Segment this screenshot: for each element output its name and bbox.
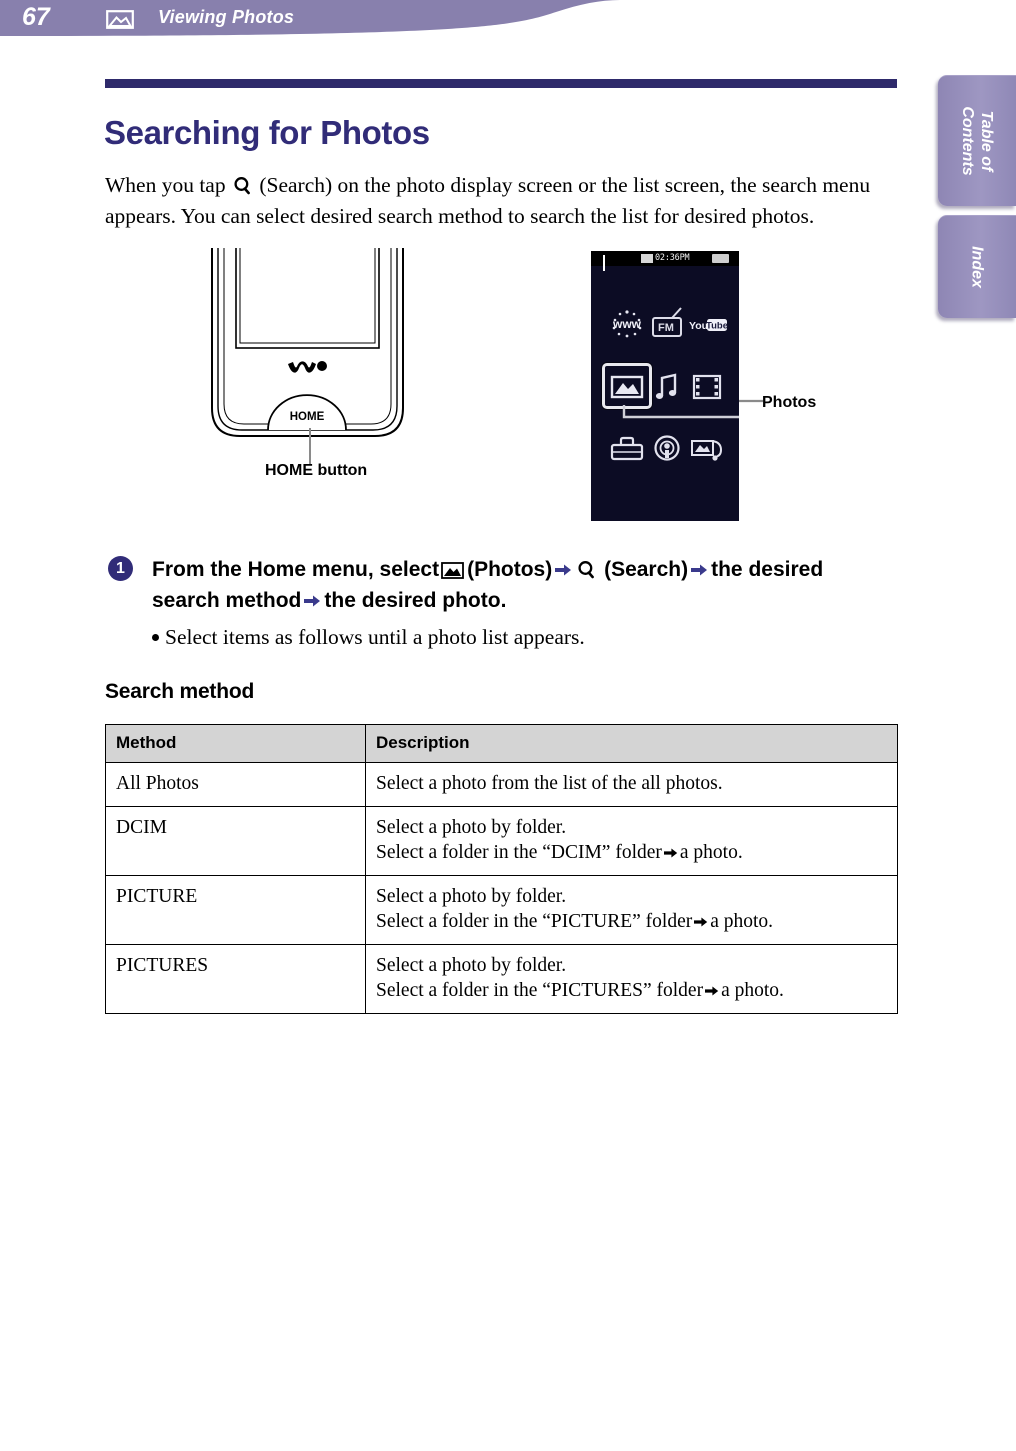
photo-icon: [106, 10, 134, 29]
desc-line-2-before: Select a folder in the “PICTURES” folder: [376, 980, 704, 1001]
step-photos-label: (Photos): [467, 558, 553, 581]
table-of-contents-tab-label: Table of Contents: [959, 106, 995, 176]
step-note-text: Select items as follows until a photo li…: [165, 625, 585, 649]
desc-line-2-before: Select a folder in the “PICTURE” folder: [376, 911, 693, 932]
arrow-right-icon: [691, 564, 708, 576]
photos-callout-label: Photos: [762, 394, 817, 411]
cell-description: Select a photo by folder. Select a folde…: [365, 875, 898, 945]
cell-method: DCIM: [105, 806, 366, 876]
step-number-badge: 1: [108, 556, 133, 581]
table-row: All Photos Select a photo from the list …: [105, 762, 898, 807]
photos-icon-inline: [441, 562, 464, 579]
home-button-callout-line: [309, 428, 311, 464]
photos-callout-connector: [739, 399, 763, 403]
search-method-heading: Search method: [105, 680, 255, 703]
arrow-right-icon: [304, 595, 321, 607]
intro-text-before: When you tap: [105, 172, 231, 197]
battery-icon: [712, 254, 729, 263]
index-tab[interactable]: Index: [938, 215, 1016, 318]
index-tab-label: Index: [968, 246, 986, 288]
column-header-description: Description: [365, 724, 898, 763]
arrow-right-icon: [694, 917, 708, 927]
intro-paragraph: When you tap (Search) on the photo displ…: [105, 170, 880, 232]
pause-icon: [603, 255, 610, 271]
home-button-text: HOME: [290, 411, 325, 423]
step-text-part4: the desired photo.: [324, 589, 507, 612]
arrow-right-icon: [663, 848, 678, 858]
home-menu-screen-illustration: 02:36PM www FM You Tube: [591, 251, 739, 521]
search-method-table: Method Description All Photos Select a p…: [105, 724, 898, 1014]
header-background-shape: [0, 0, 1016, 40]
table-of-contents-tab[interactable]: Table of Contents: [938, 75, 1016, 206]
step-text-part2: the: [711, 558, 743, 581]
cell-description: Select a photo from the list of the all …: [365, 762, 898, 807]
title-rule: [105, 79, 897, 88]
table-header-row: Method Description: [105, 724, 898, 763]
search-icon-inline: [578, 561, 595, 579]
page-header: 67 Viewing Photos: [0, 0, 1016, 40]
desc-line-2-after: a photo.: [710, 911, 774, 932]
cell-method: PICTURES: [105, 944, 366, 1014]
bullet-icon: [152, 634, 159, 641]
home-icon-grid: www FM You Tube: [591, 266, 739, 521]
page-number: 67: [22, 3, 50, 31]
desc-line-1: Select a photo from the list of the all …: [376, 773, 723, 794]
cell-method: PICTURE: [105, 875, 366, 945]
step-search-label: (Search): [604, 558, 689, 581]
walkman-device-illustration: HOME: [211, 248, 404, 437]
status-bar: 02:36PM: [591, 251, 739, 271]
table-row: PICTURE Select a photo by folder. Select…: [105, 875, 898, 945]
desc-line-1: Select a photo by folder.: [376, 817, 567, 838]
desc-line-2-after: a photo.: [721, 980, 784, 1001]
arrow-right-icon: [555, 564, 572, 576]
search-icon: [234, 176, 250, 194]
step-note: Select items as follows until a photo li…: [152, 622, 872, 652]
desc-line-2-before: Select a folder in the “DCIM” folder: [376, 842, 662, 863]
cell-method: All Photos: [105, 762, 366, 807]
photos-callout-line: [622, 405, 739, 419]
home-button-callout-label: HOME button: [265, 462, 368, 479]
desc-line-2-after: a photo.: [679, 842, 743, 863]
cell-description: Select a photo by folder. Select a folde…: [365, 944, 898, 1014]
table-row: PICTURES Select a photo by folder. Selec…: [105, 944, 898, 1014]
cell-description: Select a photo by folder. Select a folde…: [365, 806, 898, 876]
arrow-right-icon: [705, 986, 719, 996]
page-title: Searching for Photos: [104, 114, 430, 152]
table-row: DCIM Select a photo by folder. Select a …: [105, 806, 898, 876]
step-text-part1: From the Home menu, select: [152, 558, 440, 581]
column-header-method: Method: [105, 724, 366, 763]
desc-line-1: Select a photo by folder.: [376, 955, 567, 976]
header-title: Viewing Photos: [158, 7, 295, 27]
mute-icon: [641, 254, 653, 263]
desc-line-1: Select a photo by folder.: [376, 886, 567, 907]
step-instruction: From the Home menu, select (Photos) (Sear…: [152, 554, 872, 616]
status-bar-time: 02:36PM: [655, 253, 690, 263]
